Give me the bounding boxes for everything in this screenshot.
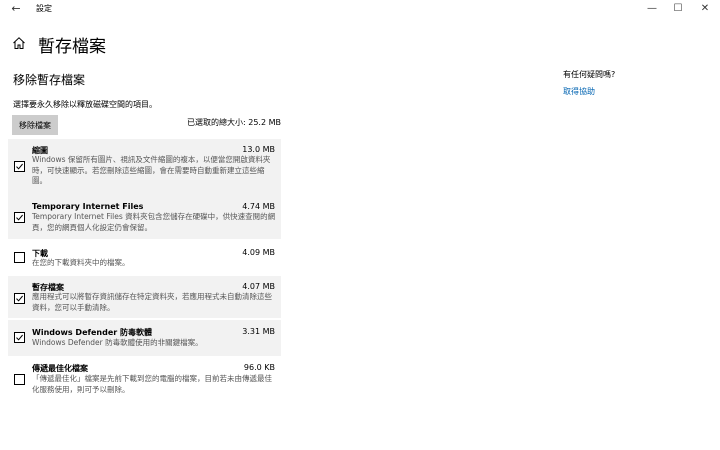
list-item-delivery-optimization[interactable]: 傳遞最佳化檔案 96.0 KB 「傳遞最佳化」檔案是先前下載到您的電腦的檔案，目…	[8, 359, 281, 399]
maximize-icon[interactable]: ☐	[666, 1, 690, 17]
help-question: 有任何疑問嗎?	[563, 70, 616, 79]
total-selected-size: 已選取的總大小: 25.2 MB	[187, 118, 281, 127]
checkbox-thumbnails[interactable]	[14, 161, 25, 172]
item-name: 傳遞最佳化檔案	[32, 364, 88, 373]
item-size: 4.74 MB	[242, 202, 275, 211]
item-description: Windows Defender 防毒軟體使用的非關鍵檔案。	[32, 338, 203, 347]
item-description: Temporary Internet Files 資料夾包含您儲存在硬碟中，供快…	[32, 212, 276, 232]
item-description: 「傳遞最佳化」檔案是先前下載到您的電腦的檔案，目前若未由傳遞最佳化服務使用，則可…	[32, 374, 272, 394]
list-item-downloads[interactable]: 下載 4.09 MB 在您的下載資料夾中的檔案。	[8, 243, 281, 275]
item-description: Windows 保留所有圖片、視訊及文件縮圖的複本，以便當您開啟資料夾時，可快速…	[32, 155, 271, 185]
item-description: 應用程式可以將暫存資訊儲存在特定資料夾，若應用程式未自動清除這些資料，您可以手動…	[32, 292, 272, 312]
checkbox-temporary-files[interactable]	[14, 293, 25, 304]
checkmark-icon	[16, 334, 23, 341]
checkbox-delivery-optimization[interactable]	[14, 374, 25, 385]
item-description: 在您的下載資料夾中的檔案。	[32, 258, 130, 267]
remove-files-button[interactable]: 移除檔案	[12, 115, 58, 135]
get-help-link[interactable]: 取得協助	[563, 86, 595, 97]
checkbox-windows-defender[interactable]	[14, 332, 25, 343]
item-name: Temporary Internet Files	[32, 202, 144, 211]
instruction-text: 選擇要永久移除以釋放磁碟空間的項目。	[13, 100, 157, 109]
item-size: 4.09 MB	[242, 248, 275, 257]
checkmark-icon	[16, 214, 23, 221]
list-item-temporary-files[interactable]: 暫存檔案 4.07 MB 應用程式可以將暫存資訊儲存在特定資料夾，若應用程式未自…	[8, 276, 281, 318]
checkbox-downloads[interactable]	[14, 252, 25, 263]
page-title: 暫存檔案	[38, 37, 106, 57]
item-name: Windows Defender 防毒軟體	[32, 328, 152, 337]
section-title: 移除暫存檔案	[13, 73, 86, 87]
title-bar: ← 設定 — ☐ ✕	[0, 0, 720, 18]
list-item-thumbnails[interactable]: 縮圖 13.0 MB Windows 保留所有圖片、視訊及文件縮圖的複本，以便當…	[8, 139, 281, 196]
back-arrow-icon[interactable]: ←	[8, 2, 24, 16]
item-size: 96.0 KB	[243, 363, 275, 372]
checkmark-icon	[16, 295, 23, 302]
list-item-temporary-internet-files[interactable]: Temporary Internet Files 4.74 MB Tempora…	[8, 196, 281, 239]
home-icon[interactable]	[12, 36, 26, 50]
item-size: 3.31 MB	[242, 327, 275, 336]
window-title: 設定	[36, 4, 52, 13]
list-item-windows-defender[interactable]: Windows Defender 防毒軟體 3.31 MB Windows De…	[8, 320, 281, 356]
item-size: 13.0 MB	[242, 145, 275, 154]
checkbox-temporary-internet-files[interactable]	[14, 212, 25, 223]
checkmark-icon	[16, 163, 23, 170]
minimize-icon[interactable]: —	[640, 1, 664, 17]
close-icon[interactable]: ✕	[693, 1, 717, 17]
item-size: 4.07 MB	[242, 282, 275, 291]
